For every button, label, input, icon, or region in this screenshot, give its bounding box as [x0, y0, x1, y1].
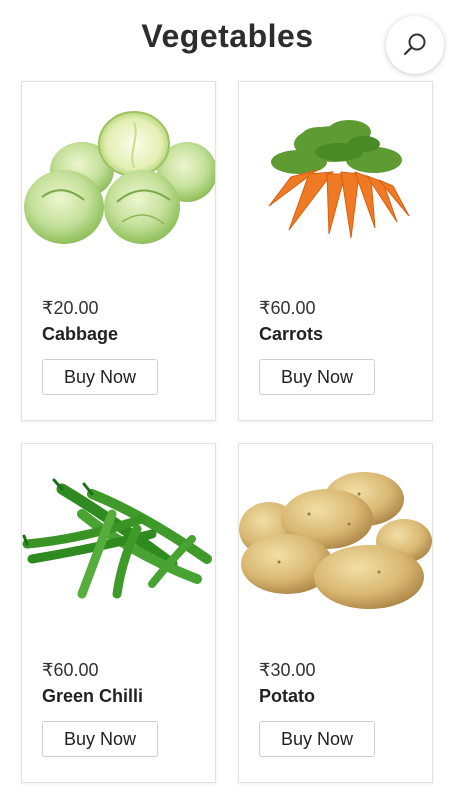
- search-button[interactable]: [386, 16, 444, 74]
- buy-now-button[interactable]: Buy Now: [42, 359, 158, 395]
- buy-now-button[interactable]: Buy Now: [259, 359, 375, 395]
- product-price: ₹60.00: [42, 660, 99, 680]
- buy-now-button[interactable]: Buy Now: [259, 721, 375, 757]
- product-name: Potato: [259, 686, 315, 706]
- product-card-cabbage[interactable]: ₹20.00 Cabbage Buy Now: [21, 81, 216, 421]
- product-name: Carrots: [259, 324, 324, 344]
- product-price: ₹20.00: [42, 298, 99, 318]
- product-price: ₹60.00: [259, 298, 316, 318]
- product-card-green-chilli[interactable]: ₹60.00 Green Chilli Buy Now: [21, 443, 216, 783]
- cabbage-image: [22, 82, 215, 272]
- potato-image: [239, 444, 432, 634]
- product-card-potato[interactable]: ₹30.00 Potato Buy Now: [238, 443, 433, 783]
- product-card-carrots[interactable]: ₹60.00 Carrots Buy Now: [238, 81, 433, 421]
- product-name: Cabbage: [42, 324, 119, 344]
- buy-now-button[interactable]: Buy Now: [42, 721, 158, 757]
- header: Vegetables: [0, 0, 455, 80]
- carrots-image: [239, 82, 432, 272]
- product-price: ₹30.00: [259, 660, 316, 680]
- green-chilli-image: [22, 444, 215, 634]
- search-icon: [403, 33, 426, 56]
- product-name: Green Chilli: [42, 686, 144, 706]
